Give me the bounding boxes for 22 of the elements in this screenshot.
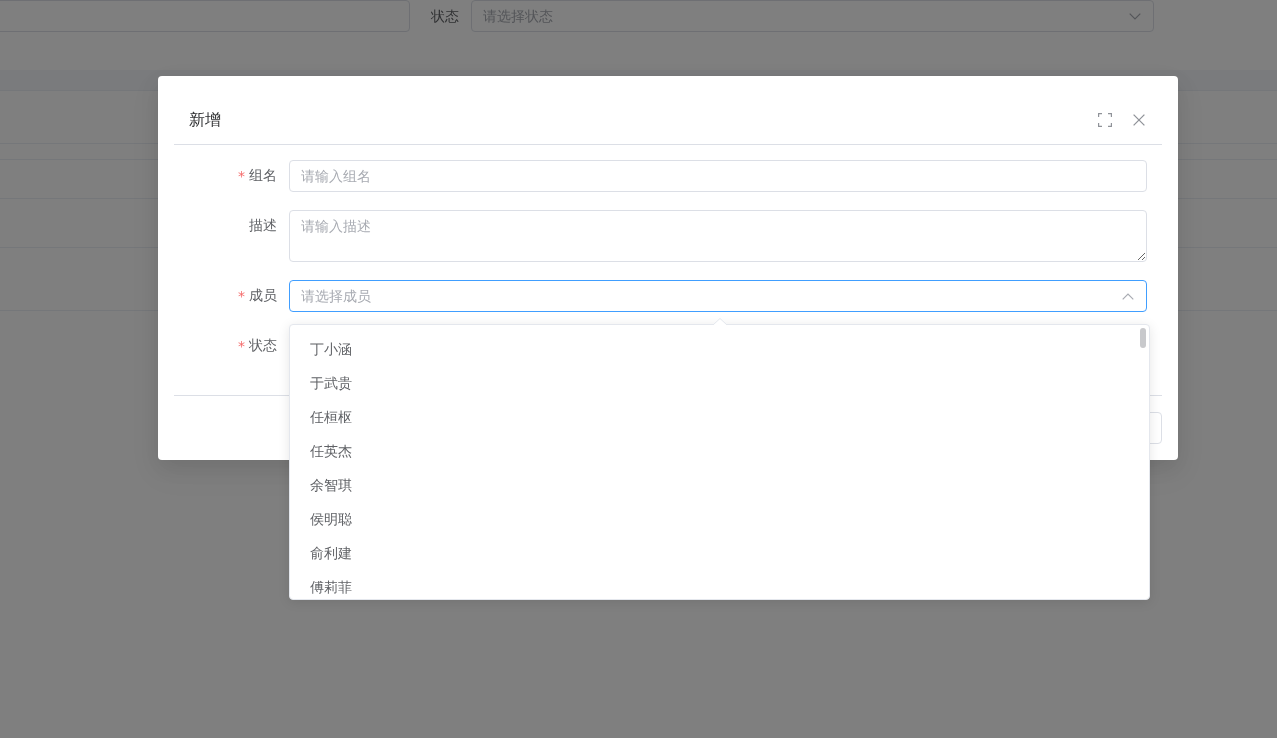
- field-label: 组名: [249, 167, 277, 185]
- textarea-field[interactable]: 请输入描述: [289, 210, 1147, 262]
- dropdown-option[interactable]: 任桓枢: [290, 400, 1149, 434]
- dropdown-option[interactable]: 俞利建: [290, 536, 1149, 570]
- dialog-title: 新增: [189, 110, 222, 130]
- dropdown-option[interactable]: 傅莉菲: [290, 570, 1149, 599]
- close-icon[interactable]: [1133, 114, 1145, 126]
- fullscreen-icon[interactable]: [1098, 113, 1112, 127]
- required-mark: *: [238, 168, 245, 184]
- filter-label: 状态: [431, 7, 459, 26]
- dropdown-option[interactable]: 余智琪: [290, 468, 1149, 502]
- required-mark: *: [238, 288, 245, 304]
- scrollbar-thumb[interactable]: [1140, 328, 1146, 348]
- dropdown-option[interactable]: 侯明聪: [290, 502, 1149, 536]
- dropdown-option[interactable]: 丁小涵: [290, 332, 1149, 366]
- required-mark: *: [238, 338, 245, 354]
- dropdown-option[interactable]: 于武贵: [290, 366, 1149, 400]
- field-label: 描述: [249, 217, 277, 235]
- field-label: 成员: [249, 287, 277, 305]
- input-field[interactable]: 请输入组名: [289, 160, 1147, 192]
- field-label: 状态: [249, 337, 277, 355]
- dropdown-option[interactable]: 任英杰: [290, 434, 1149, 468]
